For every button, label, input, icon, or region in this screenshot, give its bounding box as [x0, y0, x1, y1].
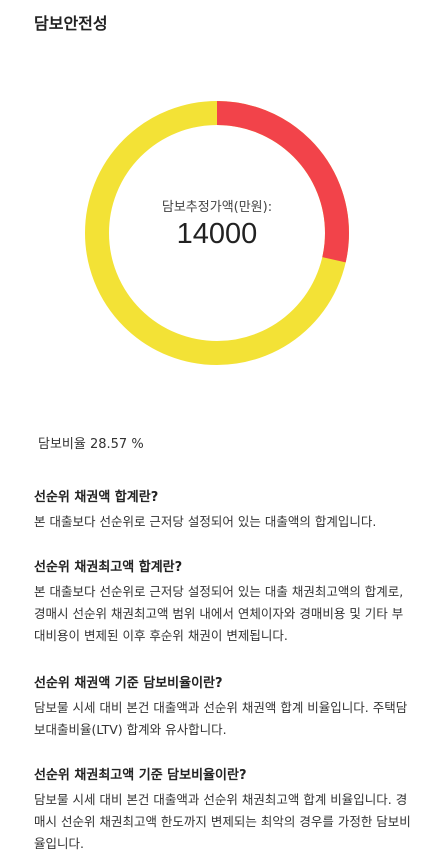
estimated-value: 14000 — [176, 218, 258, 250]
faq-answer: 담보물 시세 대비 본건 대출액과 선순위 채권최고액 합계 비율입니다. 경매… — [34, 792, 411, 851]
faq-question: 선순위 채권액 합계란? — [34, 490, 159, 505]
faq-answer: 담보물 시세 대비 본건 대출액과 선순위 채권액 합계 비율입니다. 주택담보… — [34, 700, 408, 737]
faq-question: 선순위 채권최고액 기준 담보비율이란? — [34, 768, 247, 783]
faq-question: 선순위 채권액 기준 담보비율이란? — [34, 676, 223, 691]
faq-item-claims-based-ratio: 선순위 채권액 기준 담보비율이란? 담보물 시세 대비 본건 대출액과 선순위… — [34, 674, 414, 741]
faq-answer: 본 대출보다 선순위로 근저당 설정되어 있는 대출액의 합계입니다. — [34, 514, 377, 529]
faq-item-senior-claims-total: 선순위 채권액 합계란? 본 대출보다 선순위로 근저당 설정되어 있는 대출액… — [34, 488, 414, 533]
collateral-ratio-text: 담보비율 28.57 % — [38, 437, 144, 452]
estimated-value-label: 담보추정가액(만원): — [161, 200, 273, 215]
faq-question: 선순위 채권최고액 합계란? — [34, 560, 183, 575]
faq-item-senior-max-claims-total: 선순위 채권최고액 합계란? 본 대출보다 선순위로 근저당 설정되어 있는 대… — [34, 558, 414, 647]
section-title: 담보안전성 — [34, 14, 108, 33]
faq-item-max-claims-based-ratio: 선순위 채권최고액 기준 담보비율이란? 담보물 시세 대비 본건 대출액과 선… — [34, 766, 414, 855]
faq-answer: 본 대출보다 선순위로 근저당 설정되어 있는 대출 채권최고액의 합계로, 경… — [34, 584, 404, 643]
collateral-donut-chart: 담보추정가액(만원): 14000 — [84, 100, 350, 366]
